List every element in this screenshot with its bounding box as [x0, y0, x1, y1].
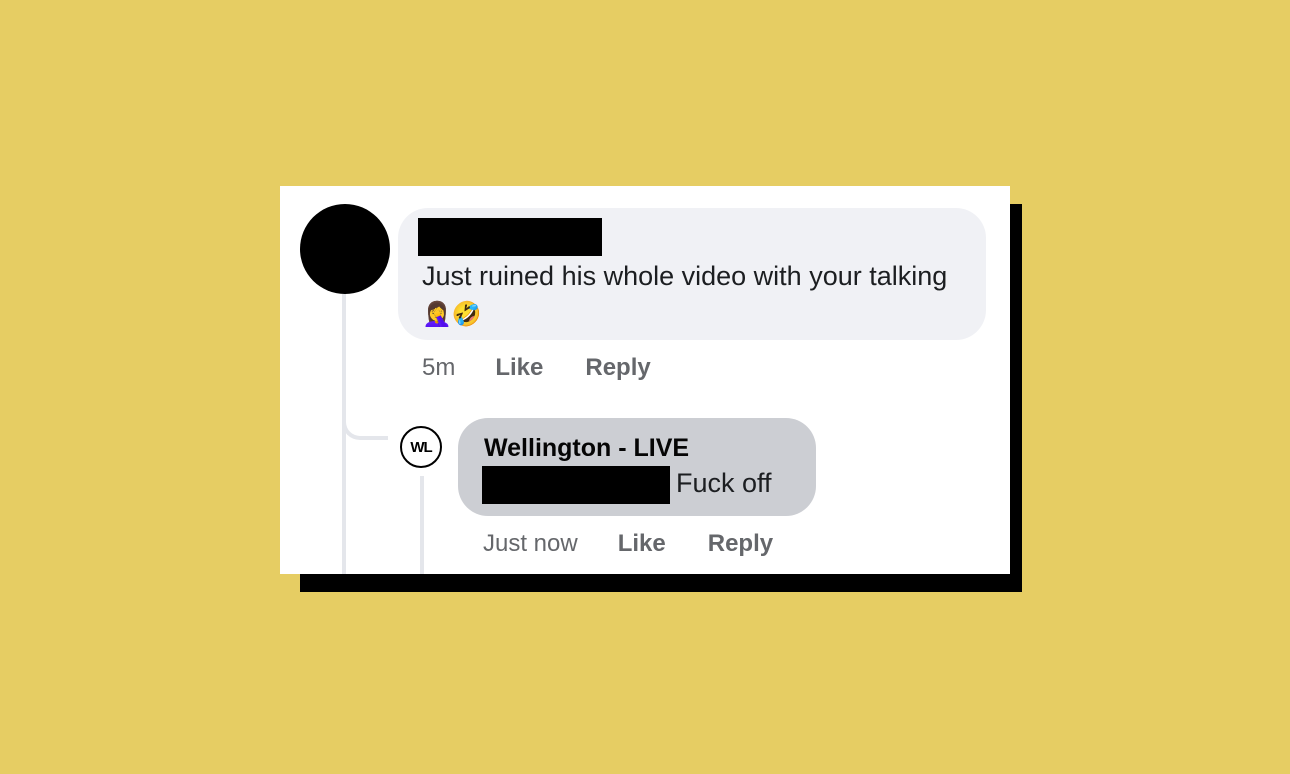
reply-avatar[interactable]: WL	[400, 426, 442, 468]
reply-reply-button[interactable]: Reply	[708, 530, 773, 558]
reply-timestamp[interactable]: Just now	[483, 530, 578, 558]
reply-author-name[interactable]: Wellington - LIVE	[484, 434, 689, 463]
comment-body: Just ruined his whole video with your ta…	[422, 261, 948, 291]
comment-like-button[interactable]: Like	[495, 354, 543, 382]
redacted-mention	[482, 466, 670, 504]
reply-avatar-initials: WL	[410, 438, 432, 456]
reply-actions: Just now Like Reply	[483, 530, 773, 558]
facepalm-laugh-emoji-icon: 🤦‍♀️🤣	[422, 300, 482, 328]
commenter-avatar[interactable]	[300, 204, 390, 294]
comment-reply-button[interactable]: Reply	[585, 354, 650, 382]
comment-text: Just ruined his whole video with your ta…	[422, 258, 962, 333]
reply-thread-line	[420, 476, 424, 574]
redacted-commenter-name	[418, 218, 602, 256]
comment-actions: 5m Like Reply	[422, 354, 651, 382]
thread-line	[342, 294, 346, 574]
comment-thread-card: Just ruined his whole video with your ta…	[280, 186, 1010, 574]
reply-bubble: Wellington - LIVE Fuck off	[458, 418, 816, 516]
reply-text: Fuck off	[676, 468, 772, 498]
comment-bubble: Just ruined his whole video with your ta…	[398, 208, 986, 340]
reply-like-button[interactable]: Like	[618, 530, 666, 558]
comment-timestamp[interactable]: 5m	[422, 354, 455, 382]
thread-connector	[342, 404, 388, 440]
